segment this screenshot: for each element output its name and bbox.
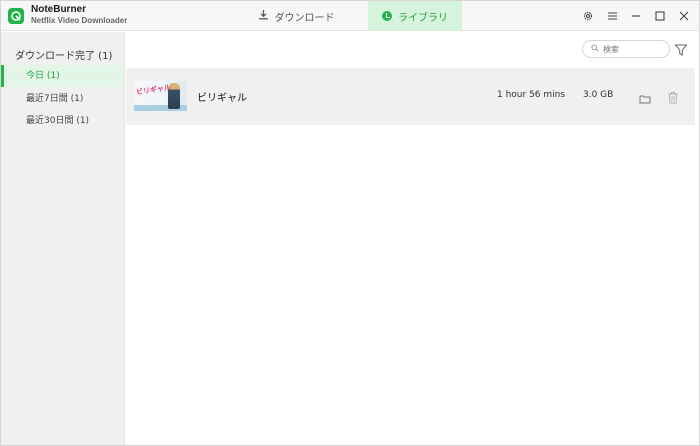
app-logo-icon bbox=[8, 8, 24, 24]
folder-icon[interactable] bbox=[639, 90, 651, 104]
menu-icon[interactable] bbox=[605, 9, 619, 23]
minimize-icon[interactable] bbox=[629, 9, 643, 23]
video-title: ビリギャル bbox=[197, 93, 247, 104]
video-thumbnail: ビリギャル bbox=[134, 81, 187, 111]
thumbnail-title: ビリギャル bbox=[135, 83, 172, 97]
library-main: ビリギャル ビリギャル 1 hour 56 mins 3.0 GB bbox=[126, 32, 699, 445]
search-icon bbox=[591, 44, 599, 54]
search-box[interactable] bbox=[582, 40, 670, 58]
tab-library[interactable]: ライブラリ bbox=[368, 1, 462, 31]
sidebar: ダウンロード完了 (1) 今日 (1) 最近7日間 (1) 最近30日間 (1) bbox=[1, 32, 125, 445]
sidebar-item-today[interactable]: 今日 (1) bbox=[1, 65, 124, 87]
clock-icon bbox=[382, 11, 392, 21]
video-duration: 1 hour 56 mins bbox=[497, 90, 566, 100]
download-icon bbox=[258, 9, 269, 23]
close-icon[interactable] bbox=[677, 9, 691, 23]
app-window: NoteBurner Netflix Video Downloader ダウンロ… bbox=[0, 0, 700, 446]
gear-icon[interactable] bbox=[581, 9, 595, 23]
video-size: 3.0 GB bbox=[583, 90, 614, 100]
trash-icon[interactable] bbox=[667, 89, 679, 104]
tab-library-label: ライブラリ bbox=[398, 12, 448, 24]
app-subtitle: Netflix Video Downloader bbox=[31, 16, 128, 25]
filter-icon[interactable] bbox=[674, 42, 688, 56]
tab-download[interactable]: ダウンロード bbox=[241, 1, 351, 31]
title-bar: NoteBurner Netflix Video Downloader ダウンロ… bbox=[1, 1, 699, 31]
sidebar-item-last-30-days[interactable]: 最近30日間 (1) bbox=[1, 110, 124, 132]
tab-download-label: ダウンロード bbox=[274, 12, 335, 24]
window-controls bbox=[581, 1, 691, 31]
sidebar-heading: ダウンロード完了 (1) bbox=[15, 51, 113, 62]
library-row[interactable]: ビリギャル ビリギャル 1 hour 56 mins 3.0 GB bbox=[126, 68, 695, 125]
sidebar-item-last-7-days[interactable]: 最近7日間 (1) bbox=[1, 88, 124, 110]
app-name: NoteBurner bbox=[31, 4, 87, 15]
maximize-icon[interactable] bbox=[653, 9, 667, 23]
search-input[interactable] bbox=[603, 44, 663, 54]
